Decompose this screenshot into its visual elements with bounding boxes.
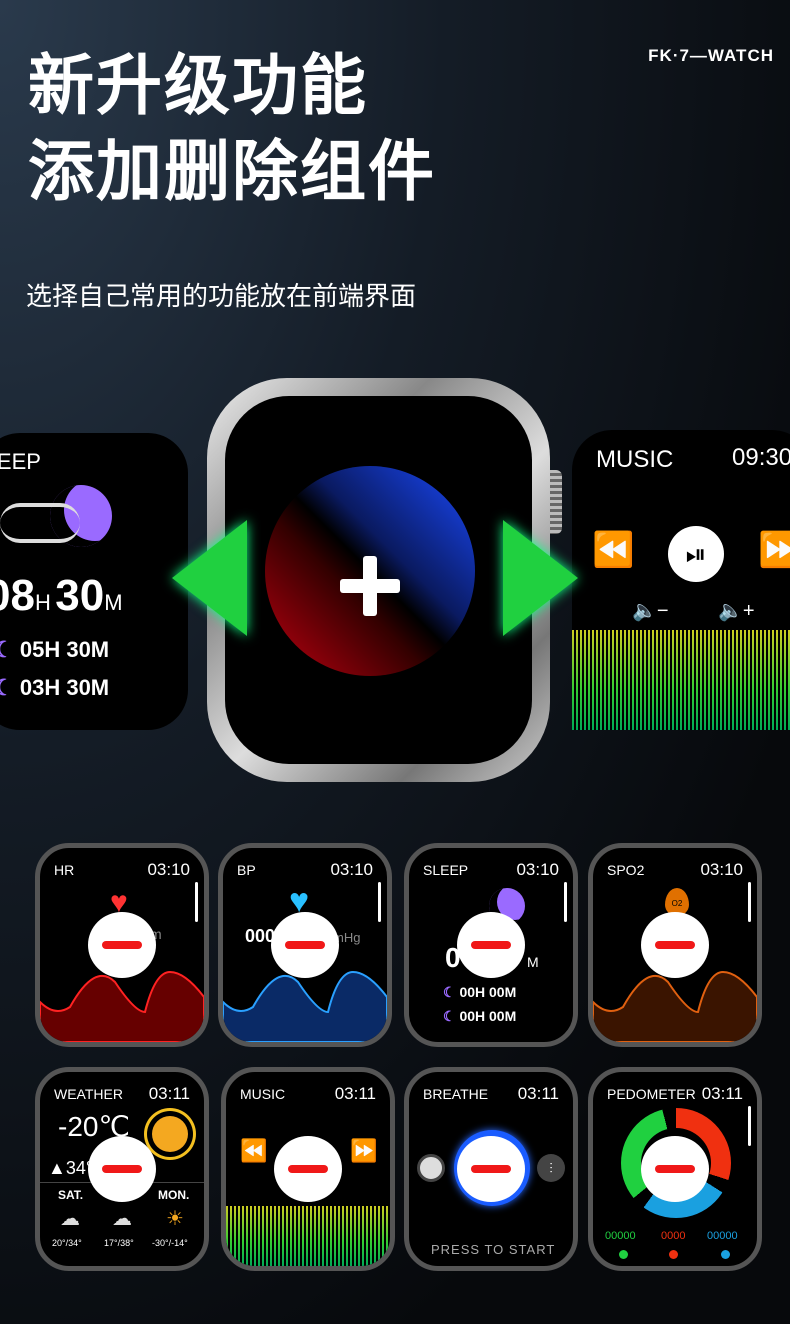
remove-widget-button[interactable] [88, 1136, 156, 1202]
clock-icon[interactable] [417, 1154, 445, 1182]
scrollbar[interactable] [564, 882, 567, 922]
light-sleep-icon: ☾ [0, 675, 14, 700]
calories-value: 0000 [661, 1230, 686, 1242]
deep-sleep-value: 00H 00M [459, 984, 517, 1000]
tile-label: PEDOMETER [607, 1086, 696, 1102]
headline-line-2: 添加删除组件 [28, 133, 436, 210]
settings-sliders-icon[interactable]: ⫶ [537, 1154, 565, 1182]
weather-range: 17°/38° [104, 1238, 134, 1248]
music-preview-card: MUSIC 09:30 ⏪ ⏯ ⏩ 🔈− 🔈+ [572, 430, 790, 730]
tile-bp: BP 03:10 ♥ 000 mHg [218, 843, 392, 1047]
remove-widget-button[interactable] [274, 1136, 342, 1202]
weather-day: SAT. [58, 1188, 84, 1202]
deep-sleep-icon: ☾ [443, 984, 456, 1000]
rewind-icon[interactable]: ⏪ [592, 530, 634, 570]
music-time: 09:30 [732, 444, 790, 471]
scrollbar[interactable] [195, 882, 198, 922]
play-pause-icon[interactable]: ⏯ [668, 526, 724, 582]
wind-icon [0, 503, 80, 543]
light-sleep-value: 00H 00M [459, 1008, 517, 1024]
tile-time: 03:10 [516, 860, 559, 879]
light-sleep-icon: ☾ [443, 1008, 456, 1024]
rewind-icon[interactable]: ⏪ [240, 1138, 267, 1164]
tile-hr: HR 03:10 ♥ m [35, 843, 209, 1047]
volume-up-icon[interactable]: 🔈+ [718, 598, 755, 623]
remove-widget-button[interactable] [271, 912, 339, 978]
total-minutes: 30 [55, 571, 105, 620]
tile-time: 03:11 [701, 1084, 743, 1103]
tile-weather: WEATHER 03:11 -20℃ ▲34° SAT. MON. ☁ ☁ ☀ 2… [35, 1067, 209, 1271]
tile-label: HR [54, 862, 75, 878]
equalizer-visual [572, 630, 790, 730]
distance-value: 00000 [707, 1230, 738, 1242]
cloud-icon: ☁ [60, 1208, 80, 1230]
tile-time: 03:10 [330, 860, 373, 879]
weather-range: -30°/-14° [152, 1238, 188, 1248]
tile-label: BP [237, 862, 256, 878]
tile-label: MUSIC [240, 1086, 286, 1102]
sleep-label: SLEEP [0, 449, 41, 474]
remove-widget-button[interactable] [641, 1136, 709, 1202]
sun-icon [152, 1116, 188, 1152]
deep-sleep-icon: ☾ [0, 637, 14, 662]
tile-music: MUSIC 03:11 ⏪ ⏩ [221, 1067, 395, 1271]
subtitle: 选择自己常用的功能放在前端界面 [26, 282, 417, 312]
watch-device [207, 378, 550, 782]
equalizer-visual [226, 1206, 390, 1266]
weather-range: 20°/34° [52, 1238, 82, 1248]
deep-sleep-value: 05H 30M [19, 637, 110, 662]
tile-label: BREATHE [423, 1086, 489, 1102]
volume-down-icon[interactable]: 🔈− [632, 598, 669, 623]
tile-time: 03:10 [700, 860, 743, 879]
tile-spo2: SPO2 03:10 O2 [588, 843, 762, 1047]
steps-value: 00000 [605, 1230, 636, 1242]
tile-time: 03:11 [517, 1084, 559, 1103]
calories-dot [669, 1250, 678, 1259]
sun-icon: ☀ [166, 1208, 184, 1230]
minutes-unit: M [104, 590, 123, 615]
steps-dot [619, 1250, 628, 1259]
weather-day: MON. [158, 1188, 190, 1202]
fast-forward-icon[interactable]: ⏩ [758, 530, 790, 570]
tile-label: SPO2 [607, 862, 645, 878]
rain-icon: ☁ [112, 1208, 132, 1230]
headline-line-1: 新升级功能 [28, 47, 368, 124]
tile-time: 03:10 [147, 860, 190, 879]
remove-widget-button[interactable] [457, 1136, 525, 1202]
light-sleep-value: 03H 30M [19, 675, 110, 700]
arrow-left-icon [172, 520, 247, 636]
tile-breathe: BREATHE 03:11 ⫶ PRESS TO START [404, 1067, 578, 1271]
distance-dot [721, 1250, 730, 1259]
sleep-unit: M [527, 954, 539, 970]
remove-widget-button[interactable] [641, 912, 709, 978]
plus-icon-vertical [363, 556, 377, 616]
scrollbar[interactable] [378, 882, 381, 922]
brand-label: FK·7—WATCH [648, 46, 774, 65]
remove-widget-button[interactable] [457, 912, 525, 978]
tile-time: 03:11 [334, 1084, 376, 1103]
fast-forward-icon[interactable]: ⏩ [350, 1138, 377, 1164]
hours-unit: H [34, 590, 51, 615]
press-to-start[interactable]: PRESS TO START [431, 1242, 555, 1257]
scrollbar[interactable] [748, 1106, 751, 1146]
tile-label: SLEEP [423, 862, 469, 878]
remove-widget-button[interactable] [88, 912, 156, 978]
tile-sleep: SLEEP 03:10 0 M ☾ 00H 00M ☾ 00H 00M [404, 843, 578, 1047]
music-label: MUSIC [596, 446, 674, 473]
tile-label: WEATHER [54, 1086, 123, 1102]
tile-time: 03:11 [148, 1084, 190, 1103]
tile-pedometer: PEDOMETER 03:11 00000 0000 00000 [588, 1067, 762, 1271]
watch-screen [225, 396, 532, 764]
total-hours: 08 [0, 571, 35, 620]
scrollbar[interactable] [748, 882, 751, 922]
sleep-preview-card: SLEEP 08H 30M ☾ 05H 30M ☾ 03H 30M [0, 433, 188, 730]
arrow-right-icon [503, 520, 578, 636]
